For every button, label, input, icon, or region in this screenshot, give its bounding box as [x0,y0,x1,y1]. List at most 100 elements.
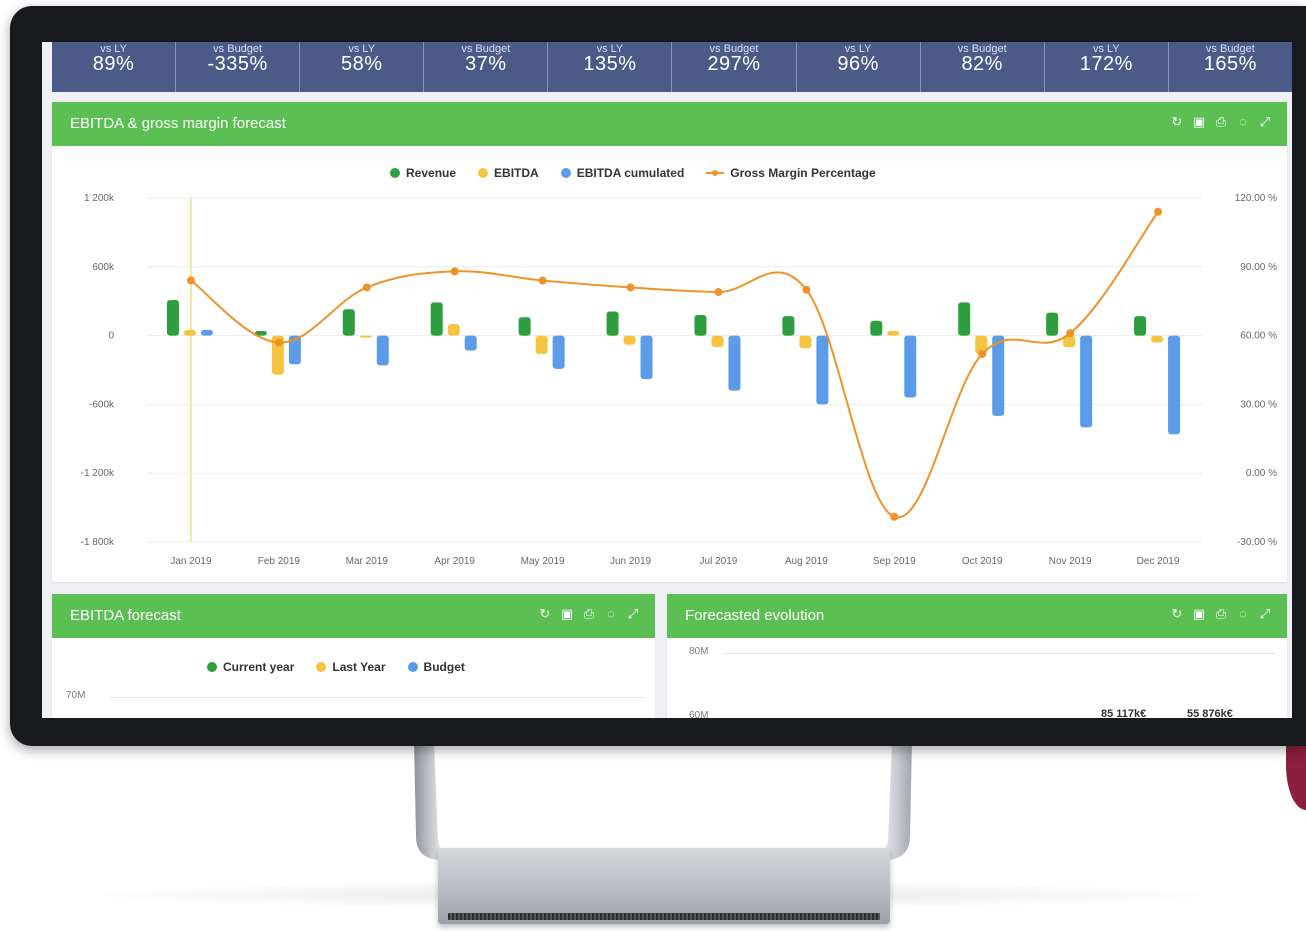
legend-label: Gross Margin Percentage [730,166,876,180]
panel-toolbar: ↻ ▣ ⎙ ◌ ⤢ [1169,606,1273,622]
print-icon[interactable]: ⎙ [1213,606,1229,622]
refresh-icon[interactable]: ↻ [1169,114,1185,130]
comment-icon[interactable]: ◌ [603,606,619,622]
revenue-bar [166,300,179,336]
kpi-value: 135% [583,53,637,75]
gross-margin-point [890,512,899,521]
legend-swatch [407,662,418,672]
legend-item[interactable]: Budget [407,660,465,674]
x-tick-label: Sep 2019 [873,556,916,567]
ebitda-cumulated-bar [1080,335,1093,428]
legend-item[interactable]: EBITDA cumulated [560,166,685,180]
legend-label: Last Year [332,660,386,674]
legend-item[interactable]: Last Year [316,660,386,674]
revenue-bar [254,331,267,336]
x-tick-label: Feb 2019 [258,556,301,567]
ebitda-cumulated-bar [288,335,301,365]
gross-margin-point [362,283,371,292]
legend-item[interactable]: Current year [207,660,294,674]
legend-item[interactable]: Gross Margin Percentage [706,166,876,180]
comment-icon[interactable]: ◌ [1235,606,1251,622]
print-icon[interactable]: ⎙ [1213,114,1229,130]
gross-margin-point [274,338,283,347]
legend-swatch [706,168,725,178]
kpi-value: 37% [465,53,507,75]
legend-label: EBITDA cumulated [576,166,685,180]
ebitda-cumulated-bar [904,335,917,398]
ebitda-bar [1151,335,1164,343]
legend-label: Budget [423,660,465,674]
y-left-tick-label: 0 [108,331,114,342]
revenue-bar [606,311,619,336]
expand-icon[interactable]: ⤢ [625,606,641,622]
revenue-bar [782,316,795,336]
y-right-tick-label: 30.00 % [1240,399,1277,410]
gridline [723,653,1275,654]
export-image-icon[interactable]: ▣ [1191,114,1207,130]
revenue-bar [1134,316,1147,336]
revenue-bar [958,302,971,336]
kpi-value: 96% [837,53,879,75]
revenue-bar [694,314,707,336]
ebitda-bar [271,335,284,375]
refresh-icon[interactable]: ↻ [1169,606,1185,622]
ebitda-cumulated-bar [1168,335,1181,435]
legend-swatch [390,168,400,178]
ebitda-gross-margin-panel: EBITDA & gross margin forecast ↻ ▣ ⎙ ◌ ⤢… [52,102,1287,582]
x-tick-label: Jan 2019 [170,556,212,567]
revenue-bar [430,302,443,336]
legend-item[interactable]: EBITDA [478,166,539,180]
export-image-icon[interactable]: ▣ [1191,606,1207,622]
y-right-tick-label: 120.00 % [1235,193,1277,204]
panel-title: EBITDA forecast [70,607,181,624]
legend-item[interactable]: Revenue [390,166,456,180]
revenue-bar [870,320,883,336]
kpi-cell: vs Budget 37% [424,42,549,92]
ebitda-bar [535,335,548,354]
kpi-value: 297% [707,53,761,75]
revenue-bar [1046,312,1059,336]
export-image-icon[interactable]: ▣ [559,606,575,622]
gross-margin-point [714,288,723,297]
monitor-stand-base [438,848,890,924]
ebitda-bar [183,329,196,336]
legend-swatch [478,168,489,178]
revenue-bar [518,317,531,336]
value-label: 55 876k€ [1187,708,1233,718]
kpi-value: 58% [340,53,383,75]
legend-swatch [316,662,327,672]
x-tick-label: Apr 2019 [434,556,475,567]
revenue-bar [342,309,355,336]
value-label: 85 117k€ [1101,708,1147,718]
y-left-tick-label: -600k [89,399,115,410]
ebitda-bar [623,335,636,345]
gross-margin-point [1154,207,1163,216]
x-tick-label: Jun 2019 [610,556,652,567]
kpi-cell: vs Budget 297% [672,42,797,92]
y-tick-label: 80M [689,646,709,657]
panel-header: EBITDA forecast ↻ ▣ ⎙ ◌ ⤢ [52,594,655,638]
x-tick-label: Nov 2019 [1049,556,1092,567]
x-tick-label: Dec 2019 [1137,556,1180,567]
expand-icon[interactable]: ⤢ [1257,114,1273,130]
refresh-icon[interactable]: ↻ [537,606,553,622]
y-right-tick-label: 60.00 % [1240,331,1277,342]
y-left-tick-label: -1 800k [81,537,115,548]
comment-icon[interactable]: ◌ [1235,114,1251,130]
y-tick-label: 60M [689,710,709,718]
kpi-cell: vs Budget 82% [921,42,1045,92]
expand-icon[interactable]: ⤢ [1257,606,1273,622]
gridline [110,697,645,698]
legend-label: Revenue [406,166,457,180]
legend-label: EBITDA [494,166,539,180]
kpi-value: -335% [207,53,268,75]
ebitda-bar [975,335,988,354]
print-icon[interactable]: ⎙ [581,606,597,622]
gross-margin-point [978,349,987,358]
legend-label: Current year [223,660,295,674]
x-tick-label: Jul 2019 [700,556,738,567]
kpi-cell: vs Budget 165% [1169,42,1292,92]
ebitda-cumulated-bar [640,335,653,380]
panel-title: Forecasted evolution [685,607,825,624]
kpi-value: 89% [92,53,135,75]
